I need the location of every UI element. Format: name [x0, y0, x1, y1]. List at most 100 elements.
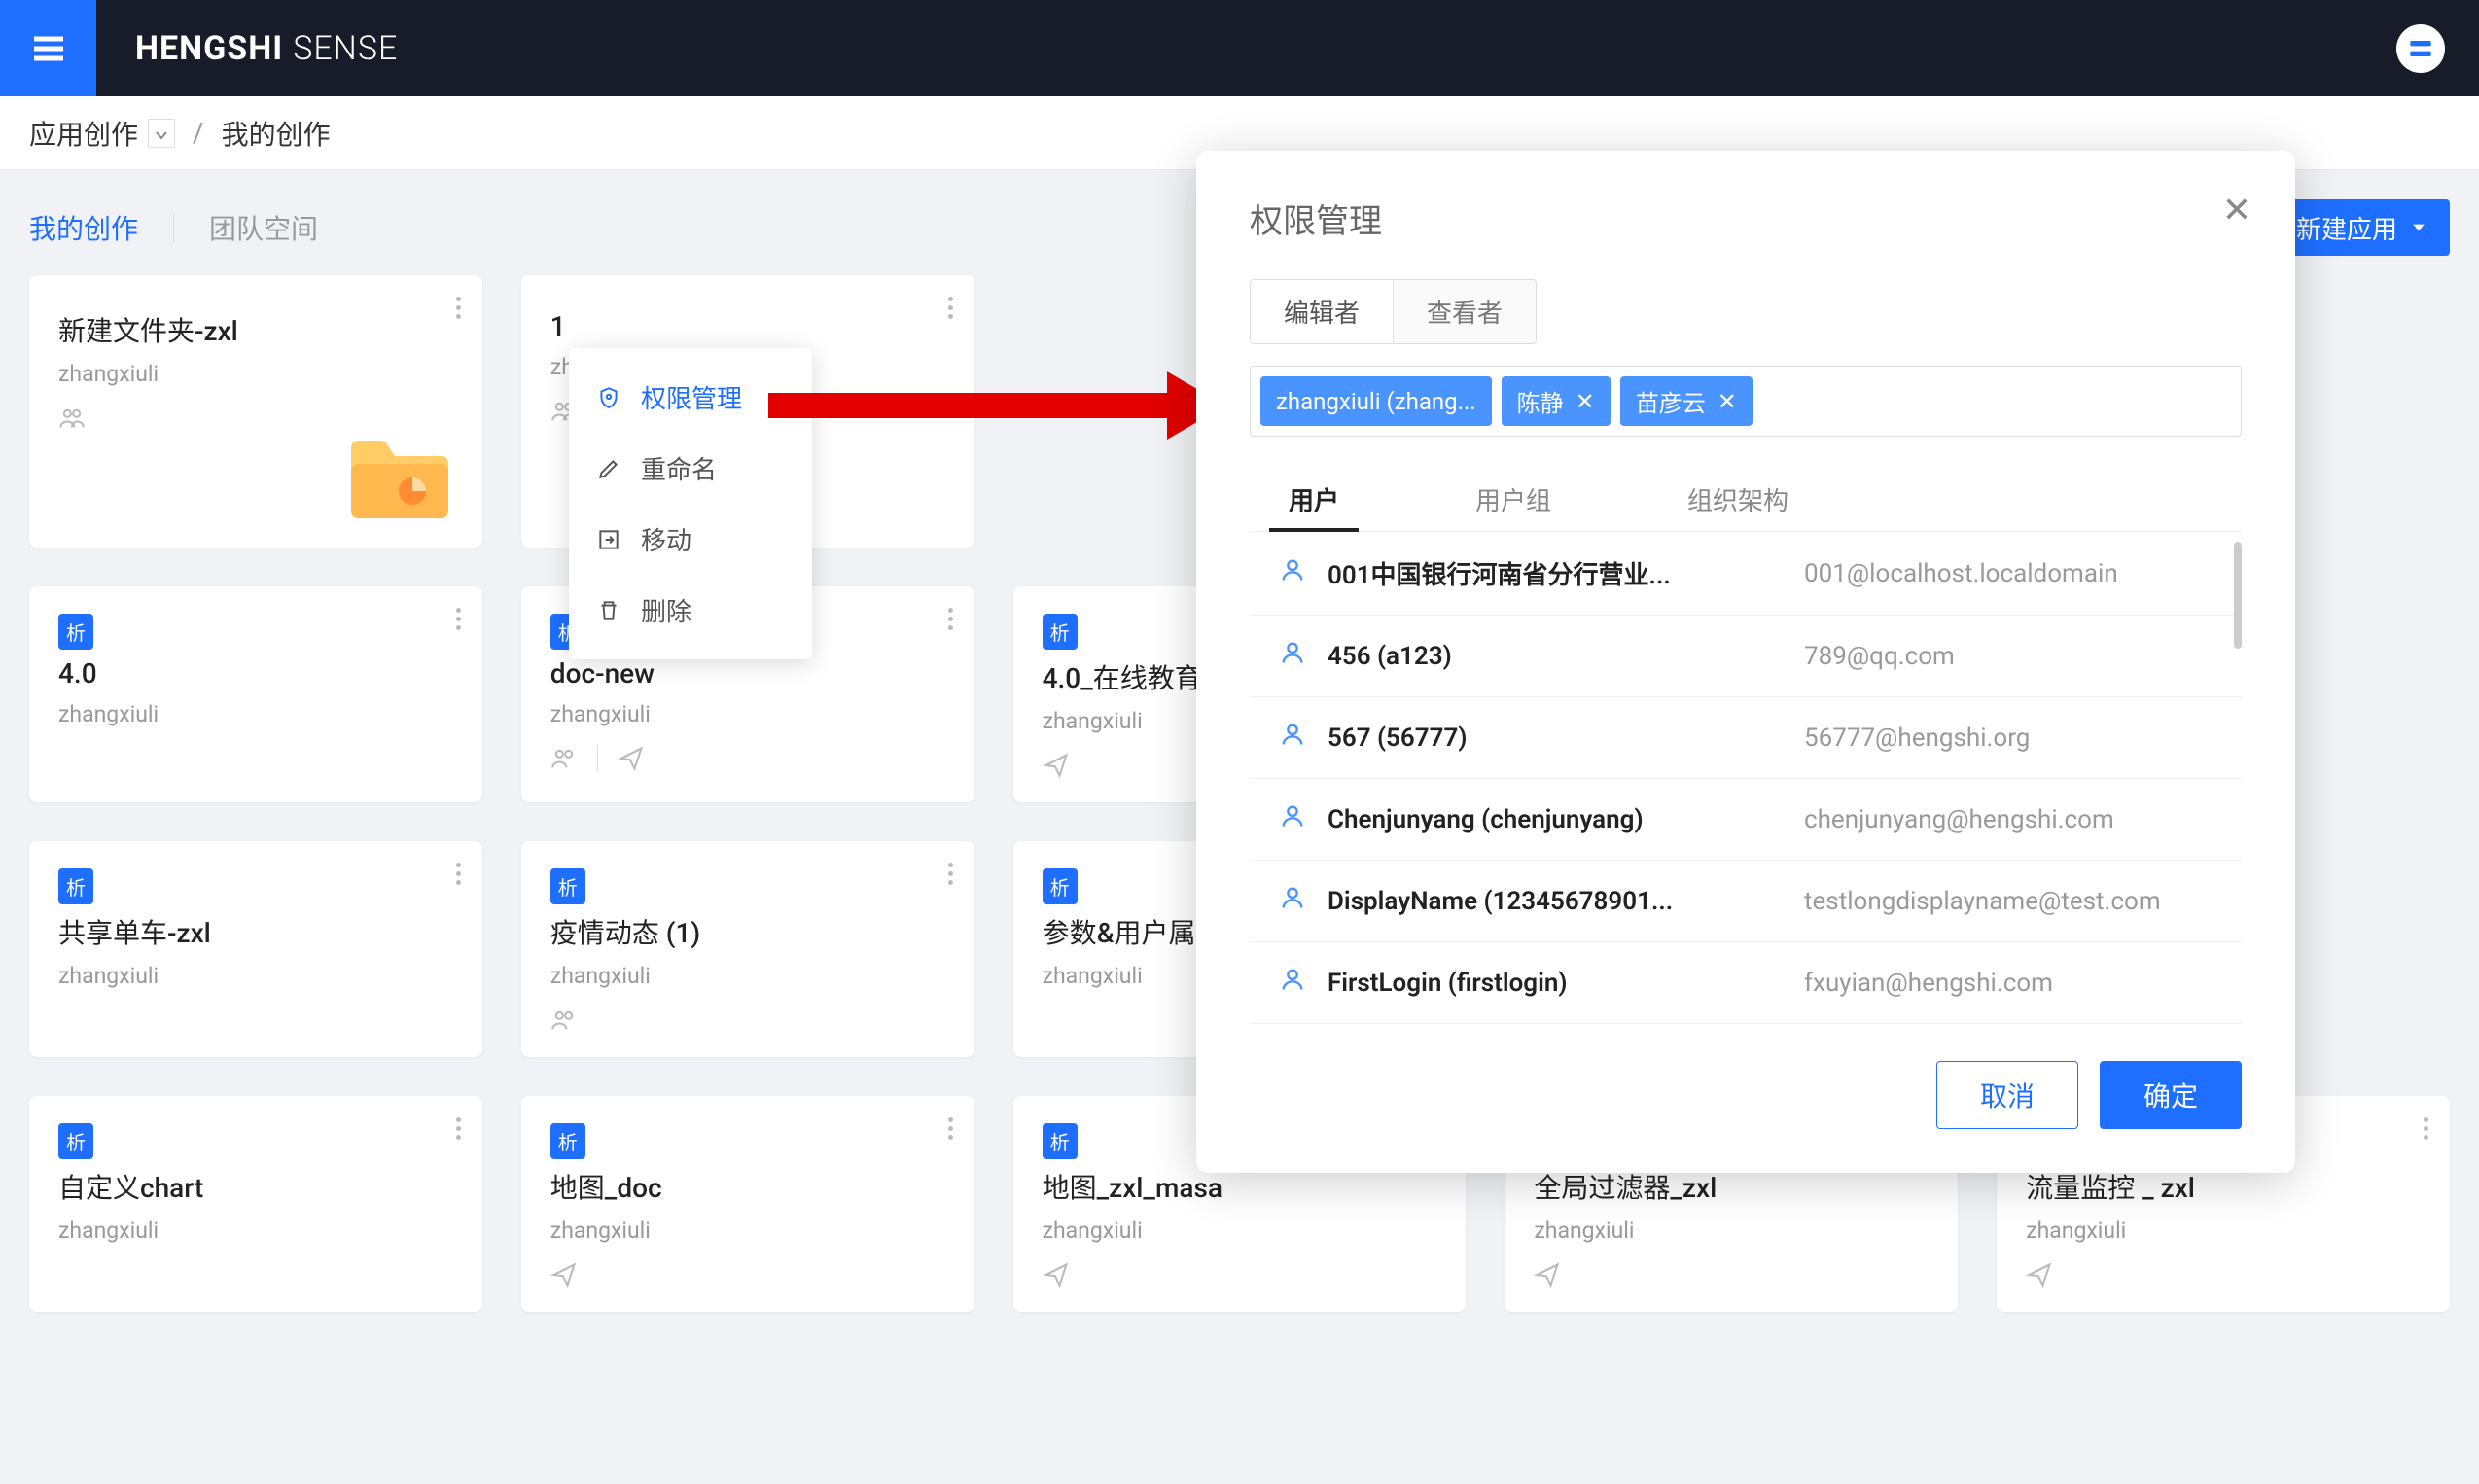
send-icon — [1043, 752, 1070, 779]
user-row[interactable]: FirstLogin (firstlogin) fxuyian@hengshi.… — [1250, 942, 2242, 1024]
app-card[interactable]: 析 4.0 zhangxiuli — [29, 586, 482, 802]
card-more-icon[interactable] — [2424, 1117, 2428, 1140]
card-more-icon[interactable] — [948, 608, 953, 630]
user-row[interactable]: DisplayName (12345678901... testlongdisp… — [1250, 861, 2242, 942]
card-owner: zhangxiuli — [2026, 1218, 2421, 1244]
card-more-icon[interactable] — [948, 297, 953, 319]
send-icon — [1534, 1261, 1561, 1289]
send-icon — [1043, 1261, 1070, 1289]
user-row[interactable]: 567 (56777) 56777@hengshi.org — [1250, 697, 2242, 779]
workspace-tab-team[interactable]: 团队空间 — [209, 208, 318, 247]
chip-label: zhangxiuli (zhang... — [1276, 388, 1476, 415]
card-badge: 析 — [1043, 1123, 1078, 1159]
user-icon — [1279, 884, 1306, 918]
card-title: 疫情动态 (1) — [550, 912, 945, 951]
card-meta-icons — [58, 405, 453, 432]
app-card[interactable]: 析 地图_doc zhangxiuli — [521, 1096, 974, 1312]
modal-close-button[interactable]: ✕ — [2222, 190, 2251, 230]
picker-tab-group[interactable]: 用户组 — [1466, 468, 1561, 531]
card-more-icon[interactable] — [456, 1117, 461, 1140]
user-name: FirstLogin (firstlogin) — [1328, 969, 1804, 998]
picker-tab-user[interactable]: 用户 — [1279, 468, 1349, 531]
user-list[interactable]: 001中国银行河南省分行营业... 001@localhost.localdom… — [1250, 532, 2242, 1024]
brand-light: SENSE — [293, 29, 398, 68]
chip-label: 苗彦云 — [1636, 384, 1706, 418]
card-more-icon[interactable] — [456, 863, 461, 885]
user-name: 456 (a123) — [1328, 642, 1804, 671]
user-chip[interactable]: 苗彦云 ✕ — [1620, 376, 1753, 426]
crumb-current: 我的创作 — [222, 114, 331, 153]
ok-button[interactable]: 确定 — [2100, 1061, 2242, 1129]
role-tabs: 编辑者 查看者 — [1250, 279, 1537, 344]
card-title: 流量监控 _ zxl — [2026, 1167, 2421, 1206]
user-avatar[interactable] — [2396, 24, 2445, 73]
crumb-sep: / — [193, 117, 204, 149]
card-owner: zhangxiuli — [58, 1218, 453, 1244]
user-name: 567 (56777) — [1328, 724, 1804, 753]
card-owner: zhangxiuli — [550, 701, 945, 727]
user-email: testlongdisplayname@test.com — [1804, 887, 2213, 916]
card-more-icon[interactable] — [948, 863, 953, 885]
picker-tabs: 用户 用户组 组织架构 — [1250, 468, 2242, 532]
ctx-label: 删除 — [641, 592, 691, 628]
card-more-icon[interactable] — [456, 297, 461, 319]
ctx-label: 权限管理 — [641, 379, 742, 415]
card-badge: 析 — [58, 1123, 93, 1159]
card-owner: zhangxiuli — [550, 963, 945, 989]
brand-logo: HENGSHISENSE — [135, 29, 398, 68]
app-card[interactable]: 析 疫情动态 (1) zhangxiuli — [521, 841, 974, 1057]
card-title: 共享单车-zxl — [58, 912, 453, 951]
cancel-button[interactable]: 取消 — [1936, 1061, 2078, 1129]
folder-card[interactable]: 新建文件夹-zxl zhangxiuli — [29, 275, 482, 548]
selected-users-input[interactable]: zhangxiuli (zhang... 陈静 ✕ 苗彦云 ✕ — [1250, 366, 2242, 437]
user-name: DisplayName (12345678901... — [1328, 887, 1804, 916]
send-icon — [618, 745, 645, 772]
user-name: Chenjunyang (chenjunyang) — [1328, 805, 1804, 834]
card-title: 地图_zxl_masa — [1043, 1167, 1437, 1206]
send-icon — [2026, 1261, 2053, 1289]
trash-icon — [596, 598, 621, 623]
user-email: 56777@hengshi.org — [1804, 724, 2213, 753]
picker-tab-org[interactable]: 组织架构 — [1678, 468, 1798, 531]
card-badge: 析 — [550, 1123, 585, 1159]
user-row[interactable]: 456 (a123) 789@qq.com — [1250, 616, 2242, 697]
role-tab-editor[interactable]: 编辑者 — [1251, 280, 1394, 343]
chip-remove-icon[interactable]: ✕ — [1718, 388, 1737, 415]
card-more-icon[interactable] — [948, 1117, 953, 1140]
user-row[interactable]: Chenjunyang (chenjunyang) chenjunyang@he… — [1250, 779, 2242, 861]
user-row[interactable]: 001中国银行河南省分行营业... 001@localhost.localdom… — [1250, 532, 2242, 616]
card-badge: 析 — [58, 614, 93, 650]
card-owner: zhangxiuli — [1534, 1218, 1929, 1244]
chip-remove-icon[interactable]: ✕ — [1576, 388, 1595, 415]
card-title: doc-new — [550, 657, 945, 689]
ctx-label: 重命名 — [641, 450, 717, 486]
topbar: HENGSHISENSE — [0, 0, 2479, 96]
user-email: chenjunyang@hengshi.com — [1804, 805, 2213, 834]
user-email: 789@qq.com — [1804, 642, 2213, 671]
card-badge: 析 — [550, 868, 585, 904]
shield-icon — [596, 385, 621, 410]
ctx-move[interactable]: 移动 — [569, 504, 812, 575]
ctx-delete[interactable]: 删除 — [569, 575, 812, 646]
crumb-root[interactable]: 应用创作 — [29, 114, 138, 153]
card-title: 自定义chart — [58, 1167, 453, 1206]
ctx-label: 移动 — [641, 521, 691, 557]
card-more-icon[interactable] — [456, 608, 461, 630]
user-chip[interactable]: zhangxiuli (zhang... — [1260, 376, 1492, 426]
divider — [173, 213, 174, 242]
new-app-button[interactable]: 新建应用 — [2273, 199, 2450, 256]
people-icon — [550, 1007, 578, 1034]
user-chip[interactable]: 陈静 ✕ — [1502, 376, 1611, 426]
app-card[interactable]: 析 自定义chart zhangxiuli — [29, 1096, 482, 1312]
workspace-tab-mine[interactable]: 我的创作 — [29, 208, 138, 247]
card-title: 地图_doc — [550, 1167, 945, 1206]
card-title: 1 — [550, 310, 945, 342]
app-card[interactable]: 析 共享单车-zxl zhangxiuli — [29, 841, 482, 1057]
card-title: 全局过滤器_zxl — [1534, 1167, 1929, 1206]
crumb-dropdown-icon[interactable] — [148, 119, 175, 148]
chip-label: 陈静 — [1517, 384, 1564, 418]
card-title: 新建文件夹-zxl — [58, 310, 453, 349]
menu-button[interactable] — [0, 0, 96, 96]
role-tab-viewer[interactable]: 查看者 — [1394, 280, 1536, 343]
card-owner: zhangxiuli — [58, 361, 453, 387]
